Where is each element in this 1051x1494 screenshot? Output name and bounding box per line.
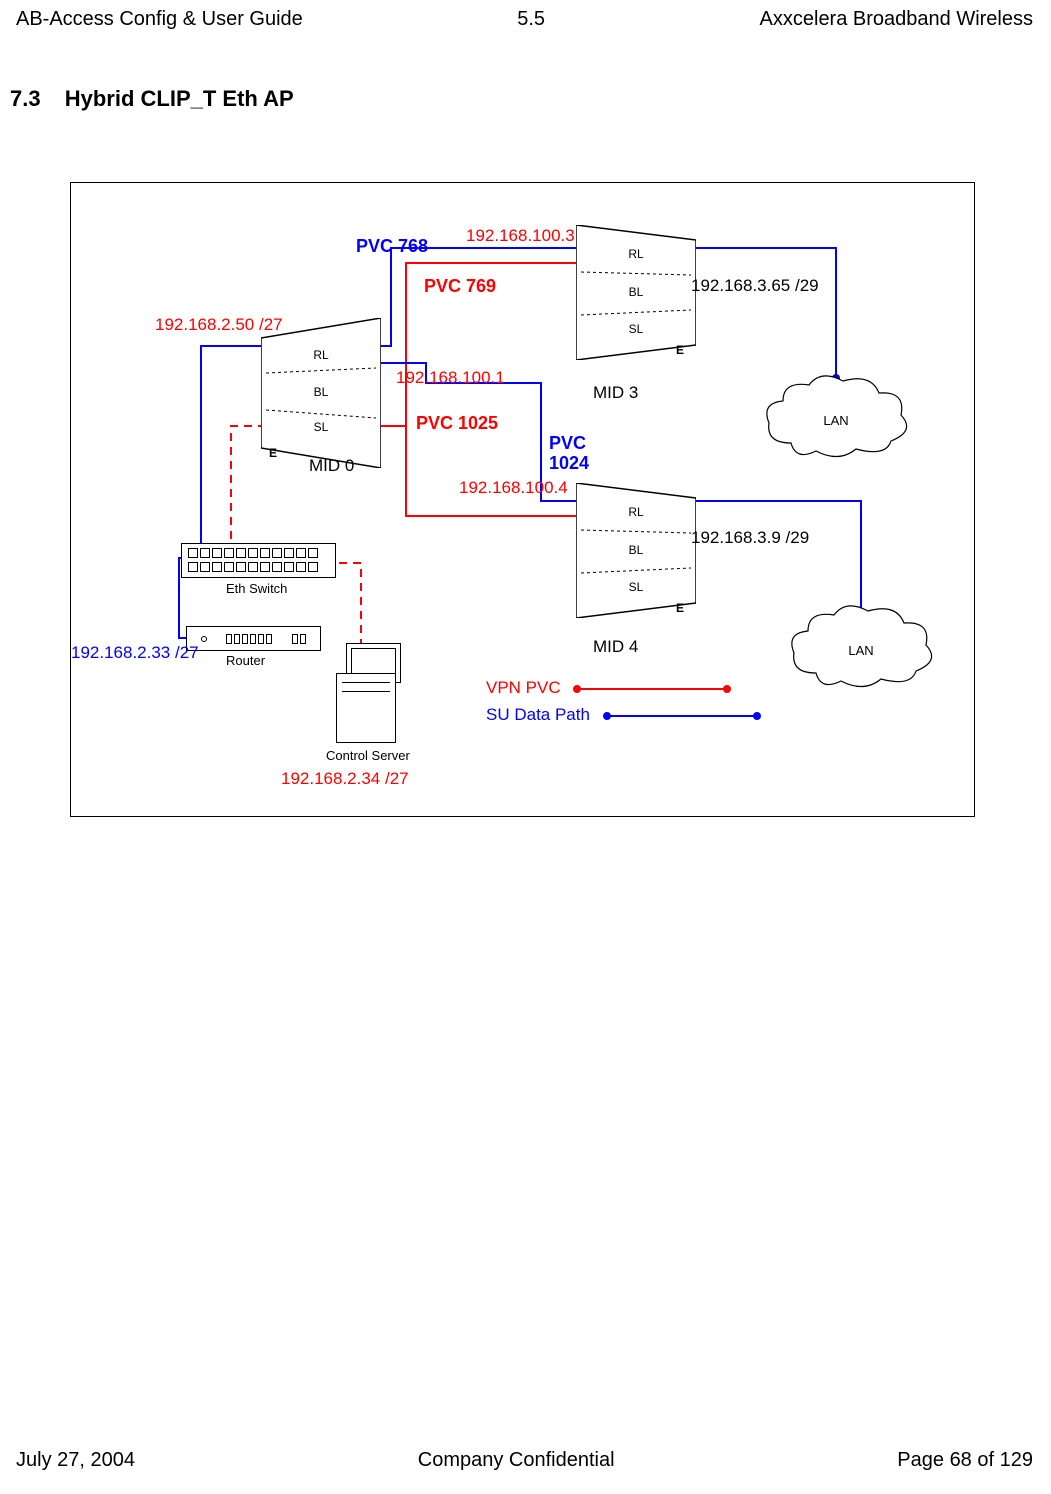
legend-vpn-line	[577, 688, 727, 690]
section-number: 7.3	[10, 86, 41, 111]
label-control-server: Control Server	[326, 748, 410, 763]
mod-bl: BL	[616, 285, 656, 299]
label-ip-2-50: 192.168.2.50 /27	[155, 315, 283, 335]
page-footer: July 27, 2004 Company Confidential Page …	[16, 1449, 1033, 1472]
header-right: Axxcelera Broadband Wireless	[760, 8, 1033, 31]
mod-sl: SL	[301, 420, 341, 434]
lan-cloud-1: LAN	[761, 373, 911, 463]
mod-bl: BL	[616, 543, 656, 557]
header-center: 5.5	[517, 8, 545, 31]
legend-su: SU Data Path	[486, 705, 757, 725]
label-router: Router	[226, 653, 265, 668]
label-eth-switch: Eth Switch	[226, 581, 287, 596]
lan-label: LAN	[761, 413, 911, 428]
legend-vpn-text: VPN PVC	[486, 678, 561, 697]
label-ip-100-3: 192.168.100.3	[466, 226, 575, 246]
control-server-icon	[326, 643, 406, 743]
mod-rl: RL	[616, 247, 656, 261]
module-mid4: RL BL SL E	[576, 483, 696, 603]
mod-rl: RL	[616, 505, 656, 519]
page-header: AB-Access Config & User Guide 5.5 Axxcel…	[16, 8, 1033, 31]
label-ip-2-33: 192.168.2.33 /27	[71, 643, 199, 663]
label-ip-3-65: 192.168.3.65 /29	[691, 276, 819, 296]
footer-center: Company Confidential	[418, 1449, 615, 1472]
label-pvc1024a: PVC	[549, 433, 586, 454]
footer-left: July 27, 2004	[16, 1449, 135, 1472]
mod-sl: SL	[616, 580, 656, 594]
label-pvc769: PVC 769	[424, 276, 496, 297]
label-ip-100-1: 192.168.100.1	[396, 368, 505, 388]
label-mid3: MID 3	[593, 383, 638, 403]
router-icon	[186, 626, 321, 651]
mod-e: E	[676, 601, 684, 615]
diagram: RL BL SL E MID 0 RL BL SL E MID 3 RL BL …	[70, 182, 975, 817]
label-pvc768: PVC 768	[356, 236, 428, 257]
header-left: AB-Access Config & User Guide	[16, 8, 303, 31]
label-ip-2-34: 192.168.2.34 /27	[281, 769, 409, 789]
label-ip-100-4: 192.168.100.4	[459, 478, 568, 498]
legend-su-line	[607, 715, 757, 717]
label-mid0: MID 0	[309, 456, 354, 476]
mod-bl: BL	[301, 385, 341, 399]
section-title: Hybrid CLIP_T Eth AP	[65, 86, 294, 111]
eth-switch-icon	[181, 543, 336, 578]
lan-label: LAN	[786, 643, 936, 658]
lan-cloud-2: LAN	[786, 603, 936, 693]
label-pvc1024b: 1024	[549, 453, 589, 474]
mod-sl: SL	[616, 322, 656, 336]
mod-e: E	[676, 343, 684, 357]
mod-rl: RL	[301, 348, 341, 362]
module-mid3: RL BL SL E	[576, 225, 696, 345]
label-pvc1025: PVC 1025	[416, 413, 498, 434]
footer-right: Page 68 of 129	[897, 1449, 1033, 1472]
section-heading: 7.3 Hybrid CLIP_T Eth AP	[10, 86, 294, 112]
label-ip-3-9: 192.168.3.9 /29	[691, 528, 809, 548]
mod-e: E	[269, 446, 277, 460]
legend-vpn: VPN PVC	[486, 678, 727, 698]
label-mid4: MID 4	[593, 637, 638, 657]
module-mid0: RL BL SL E	[261, 318, 381, 438]
legend-su-text: SU Data Path	[486, 705, 590, 724]
